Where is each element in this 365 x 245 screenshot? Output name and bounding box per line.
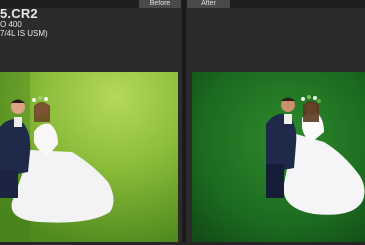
before-label[interactable]: Before	[139, 0, 181, 8]
after-label[interactable]: After	[187, 0, 230, 8]
file-info-overlay: 5.CR2 O 400 7/4L IS USM)	[0, 7, 48, 38]
iso-value: O 400	[0, 20, 22, 29]
after-photo-image	[192, 72, 365, 242]
lens-value: 7/4L IS USM)	[0, 29, 48, 38]
compare-divider[interactable]	[182, 0, 186, 245]
after-photo[interactable]	[192, 72, 365, 242]
before-photo-image	[0, 72, 178, 242]
file-name: 5.CR2	[0, 6, 38, 21]
before-photo[interactable]	[0, 72, 178, 242]
